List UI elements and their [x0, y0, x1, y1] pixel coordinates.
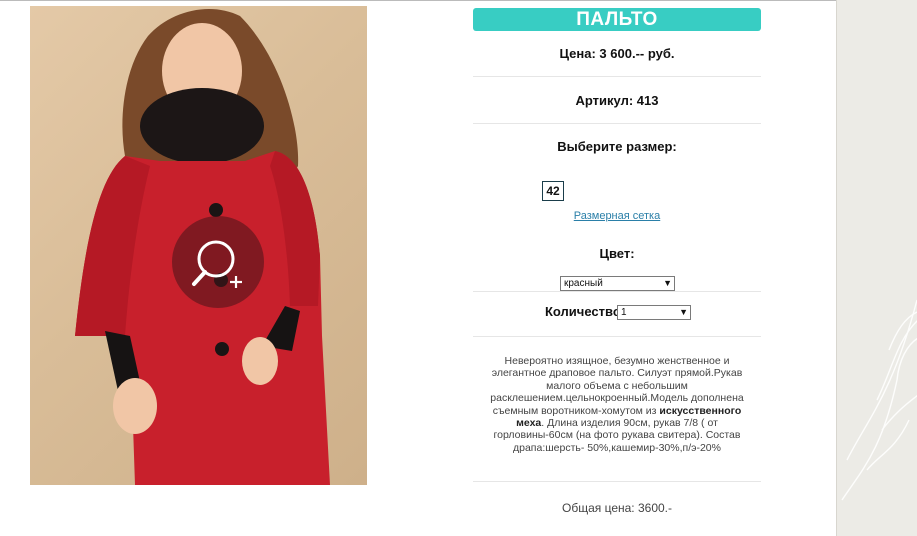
- price: Цена: 3 600.-- руб.: [559, 46, 675, 61]
- top-border: [0, 0, 917, 1]
- chevron-down-icon: ▼: [679, 307, 688, 317]
- zoom-in-icon: [192, 240, 242, 288]
- chevron-down-icon: ▼: [663, 278, 672, 288]
- product-title: ПАЛЬТО: [473, 8, 761, 31]
- divider: [473, 336, 761, 337]
- color-select[interactable]: красный ▼: [560, 276, 675, 291]
- product-description: Невероятно изящное, безумно женственное …: [482, 355, 752, 454]
- article-number: Артикул: 413: [575, 93, 659, 108]
- quantity-label: Количество:: [545, 304, 626, 319]
- divider: [473, 481, 761, 482]
- quantity-select[interactable]: 1 ▼: [617, 305, 691, 320]
- size-option-42[interactable]: 42: [542, 181, 564, 201]
- decorative-sidebar: [836, 0, 917, 536]
- divider: [473, 291, 761, 292]
- quantity-select-value: 1: [621, 307, 627, 318]
- size-chart-link[interactable]: Размерная сетка: [473, 210, 761, 222]
- product-photo[interactable]: [30, 6, 367, 485]
- color-select-value: красный: [564, 278, 603, 289]
- divider: [473, 76, 761, 77]
- zoom-button[interactable]: [172, 216, 264, 308]
- divider: [473, 123, 761, 124]
- size-label: Выберите размер:: [557, 139, 677, 154]
- color-label: Цвет:: [599, 246, 635, 261]
- total-price: Общая цена: 3600.-: [562, 501, 672, 515]
